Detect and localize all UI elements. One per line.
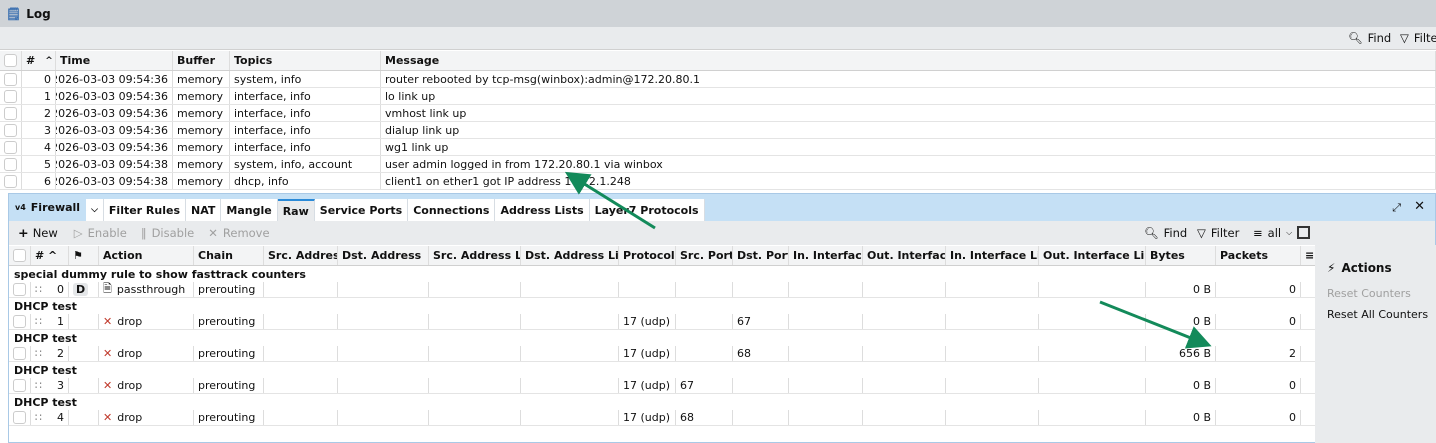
annotation-arrows <box>564 171 1212 349</box>
annotation-arrow <box>1099 300 1212 349</box>
annotation-arrow <box>564 171 656 230</box>
